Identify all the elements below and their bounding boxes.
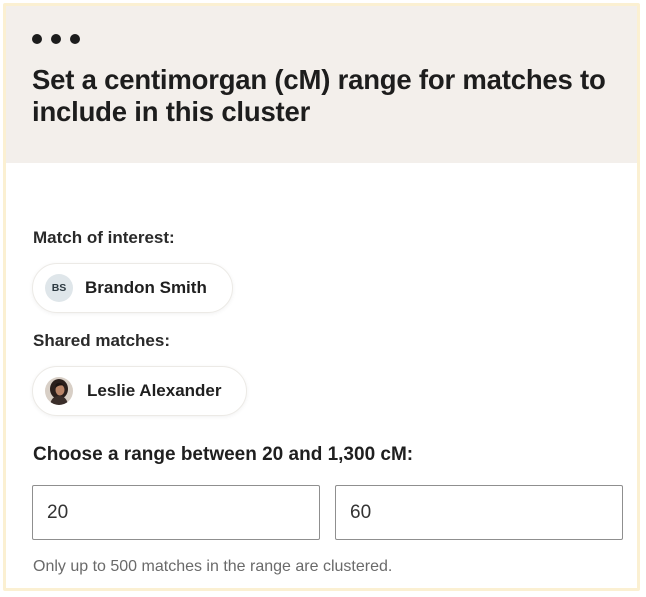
range-max-input[interactable] bbox=[335, 485, 623, 540]
match-of-interest-chip[interactable]: BS Brandon Smith bbox=[32, 263, 233, 313]
shared-match-chip[interactable]: Leslie Alexander bbox=[32, 366, 247, 416]
more-horizontal-icon bbox=[70, 34, 80, 44]
avatar: BS bbox=[45, 274, 73, 302]
avatar bbox=[45, 377, 73, 405]
match-of-interest-label: Match of interest: bbox=[33, 228, 175, 247]
shared-matches-label: Shared matches: bbox=[33, 331, 170, 350]
range-min-input[interactable] bbox=[32, 485, 320, 540]
panel-header: Set a centimorgan (cM) range for matches… bbox=[6, 6, 637, 163]
panel-title: Set a centimorgan (cM) range for matches… bbox=[32, 64, 606, 127]
shared-match-name: Leslie Alexander bbox=[87, 381, 222, 400]
more-horizontal-icon bbox=[51, 34, 61, 44]
range-hint-text: Only up to 500 matches in the range are … bbox=[33, 558, 393, 575]
range-label: Choose a range between 20 and 1,300 cM: bbox=[33, 444, 414, 465]
match-name: Brandon Smith bbox=[85, 278, 207, 297]
cluster-range-panel: Set a centimorgan (cM) range for matches… bbox=[3, 3, 640, 591]
more-horizontal-icon bbox=[32, 34, 42, 44]
more-options-button[interactable] bbox=[32, 32, 80, 46]
